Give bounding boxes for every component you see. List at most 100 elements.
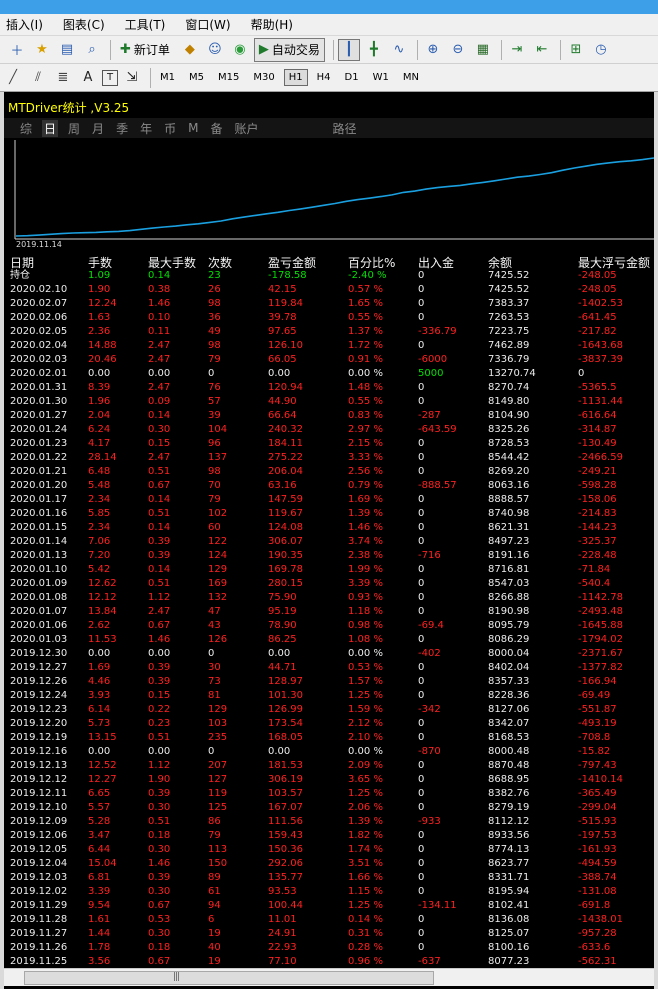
chart-shift-icon[interactable]: ⇤ [531, 39, 553, 61]
scrollbar-thumb[interactable]: ||| [24, 971, 434, 985]
tile-windows-icon[interactable]: ▦ [472, 39, 494, 61]
tab-summary[interactable]: 综 [18, 120, 34, 137]
cell-date: 2020.02.10 [10, 284, 68, 295]
cell-trades: 98 [208, 466, 221, 477]
cell-percent: 0.83 % [348, 410, 383, 421]
tab-monthly[interactable]: 月 [90, 120, 106, 137]
drawing-and-timeframe-toolbar: ╱ ⫽ ≣ A T ⇲ M1 M5 M15 M30 H1 H4 D1 W1 MN [0, 64, 658, 92]
cell-deposit: 0 [418, 634, 425, 645]
cell-percent: 0.00 % [348, 368, 383, 379]
cell-profit: 135.77 [268, 872, 303, 883]
indicators-icon[interactable]: ⊞ [565, 39, 587, 61]
cell-date: 2019.12.02 [10, 886, 68, 897]
market-watch-icon[interactable]: ▤ [56, 39, 78, 61]
cell-profit: 100.44 [268, 900, 303, 911]
cell-profit: 168.05 [268, 732, 303, 743]
menu-charts[interactable]: 图表(C) [63, 16, 105, 33]
market-signal-icon[interactable]: ◉ [229, 39, 251, 61]
cell-max-drawdown: -616.64 [578, 410, 617, 421]
cell-balance: 8621.31 [488, 522, 530, 533]
tab-path[interactable]: 路径 [331, 120, 359, 137]
cell-balance: 8716.81 [488, 564, 530, 575]
auto-scroll-icon[interactable]: ⇥ [506, 39, 528, 61]
cell-lots: 11.53 [88, 634, 117, 645]
zoom-out-icon[interactable]: ⊖ [447, 39, 469, 61]
cell-balance: 8228.36 [488, 690, 530, 701]
timeframe-m15[interactable]: M15 [213, 69, 244, 86]
new-order-button[interactable]: ✚ 新订单 [115, 38, 175, 62]
cell-profit: 111.56 [268, 816, 303, 827]
menu-window[interactable]: 窗口(W) [185, 16, 230, 33]
table-row: 2020.01.16 5.85 0.51 102 119.67 1.39 % 0 8740.9… [8, 507, 654, 521]
cell-max-drawdown: -197.53 [578, 830, 617, 841]
cell-date: 2020.01.17 [10, 494, 68, 505]
timeframe-h4[interactable]: H4 [312, 69, 336, 86]
timeframe-m5[interactable]: M5 [184, 69, 209, 86]
cell-lots: 4.17 [88, 438, 111, 449]
trendline-icon[interactable]: ╱ [2, 67, 24, 89]
cell-percent: 2.06 % [348, 802, 383, 813]
cell-profit: 77.10 [268, 956, 297, 967]
cell-percent: 2.09 % [348, 760, 383, 771]
timeframe-w1[interactable]: W1 [368, 69, 394, 86]
bar-chart-icon[interactable]: ┃ [337, 38, 360, 61]
candlestick-icon[interactable]: ╋ [363, 39, 385, 61]
equidistant-channel-icon[interactable]: ⫽ [27, 67, 49, 89]
cell-percent: 2.38 % [348, 550, 383, 561]
line-chart-icon[interactable]: ∿ [388, 39, 410, 61]
cell-balance: 8933.56 [488, 830, 530, 841]
menu-tools[interactable]: 工具(T) [125, 16, 166, 33]
cell-deposit: 0 [418, 382, 425, 393]
timeframe-m1[interactable]: M1 [155, 69, 180, 86]
cell-balance: 7383.37 [488, 298, 530, 309]
cell-percent: 0.28 % [348, 942, 383, 953]
tab-yearly[interactable]: 年 [138, 120, 154, 137]
timeframe-mn[interactable]: MN [398, 69, 424, 86]
gold-bar-icon[interactable]: ◆ [179, 39, 201, 61]
cell-lots: 9.54 [88, 900, 111, 911]
text-label-icon[interactable]: T [102, 69, 118, 86]
cell-date: 2019.12.24 [10, 690, 68, 701]
cell-max-drawdown: -161.93 [578, 844, 617, 855]
cell-lots: 4.46 [88, 676, 111, 687]
horizontal-scrollbar[interactable]: ||| [4, 968, 654, 986]
timeframe-h1[interactable]: H1 [283, 69, 308, 86]
cell-trades: 19 [208, 928, 221, 939]
timeframe-d1[interactable]: D1 [340, 69, 364, 86]
navigator-zoom-icon[interactable]: ⌕ [81, 39, 103, 61]
tab-quarterly[interactable]: 季 [114, 120, 130, 137]
cell-max-lots: 1.46 [148, 298, 171, 309]
timeframe-m30[interactable]: M30 [248, 69, 279, 86]
tab-weekly[interactable]: 周 [66, 120, 82, 137]
cell-date: 2020.02.06 [10, 312, 68, 323]
periods-clock-icon[interactable]: ◷ [590, 39, 612, 61]
fibonacci-icon[interactable]: ≣ [52, 67, 74, 89]
cell-profit: 173.54 [268, 718, 303, 729]
cell-lots: 7.06 [88, 536, 111, 547]
cell-deposit: 0 [418, 802, 425, 813]
cell-trades: 81 [208, 690, 221, 701]
cell-balance: 8266.88 [488, 592, 530, 603]
cell-deposit: -402 [418, 648, 441, 659]
cell-max-lots: 0.53 [148, 914, 171, 925]
equity-line [15, 157, 654, 237]
auto-trading-button[interactable]: ▶ 自动交易 [253, 37, 325, 62]
cell-percent: 2.10 % [348, 732, 383, 743]
menu-help[interactable]: 帮助(H) [251, 16, 293, 33]
text-tool-icon[interactable]: A [77, 67, 99, 89]
account-user-icon[interactable]: ☺ [204, 39, 226, 61]
tab-notes[interactable]: 备 [208, 120, 224, 137]
new-chart-icon[interactable]: ＋ [6, 39, 28, 61]
window-frame-right [654, 92, 658, 989]
cell-max-drawdown: -248.05 [578, 284, 617, 295]
cell-lots: 14.88 [88, 340, 117, 351]
menu-insert[interactable]: 插入(I) [6, 16, 43, 33]
zoom-in-icon[interactable]: ⊕ [422, 39, 444, 61]
favorites-star-icon[interactable]: ★ [31, 39, 53, 61]
arrows-icon[interactable]: ⇲ [121, 67, 143, 89]
tab-daily[interactable]: 日 [42, 119, 59, 137]
tab-account[interactable]: 账户 [232, 120, 260, 137]
cell-lots: 12.27 [88, 774, 117, 785]
tab-currency[interactable]: 币 [162, 120, 178, 137]
tab-magic[interactable]: M [186, 121, 200, 135]
